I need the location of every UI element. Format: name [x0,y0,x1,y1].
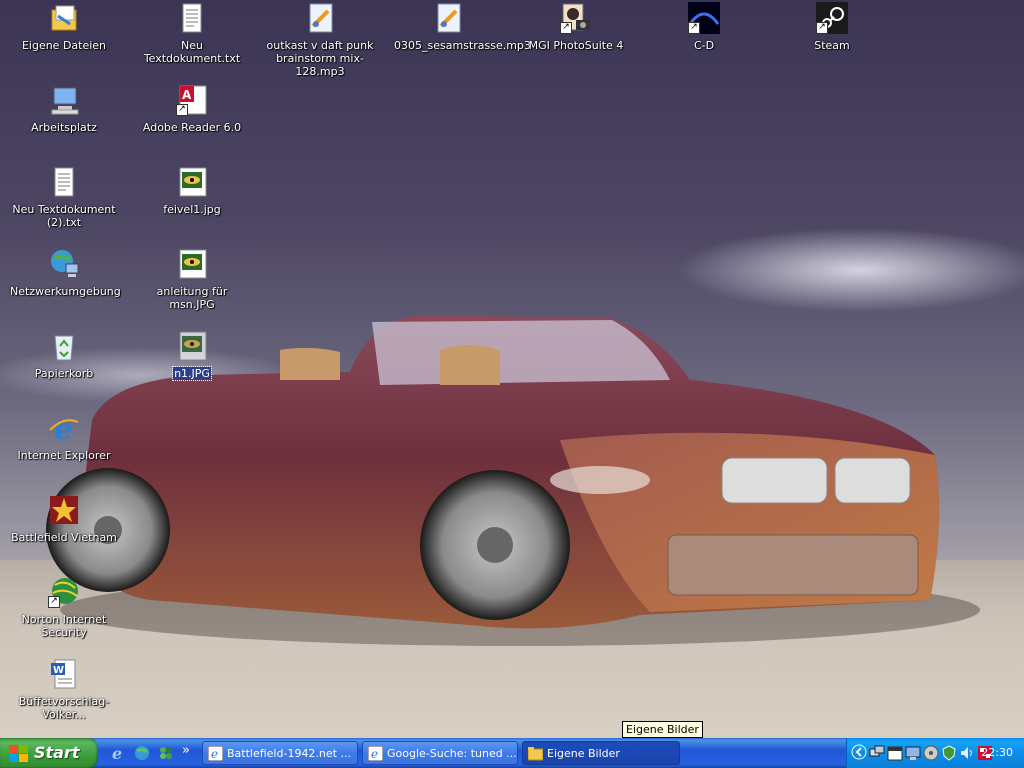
svg-text:A: A [182,88,192,102]
monitor-tray-icon[interactable] [905,745,921,761]
task-google-suche[interactable]: e Google-Suche: tuned ... [362,741,518,765]
my-computer-icon [48,84,80,116]
task-battlefield-1942[interactable]: e Battlefield-1942.net ... [202,741,358,765]
adobe-reader-icon: A ↗ [176,84,208,116]
battlefield-vietnam-icon [48,494,80,526]
ie-window-icon: e [207,745,224,762]
desktop-icon-arbeitsplatz[interactable]: Arbeitsplatz [9,84,119,134]
task-label: Battlefield-1942.net ... [227,747,351,760]
internet-explorer-icon[interactable]: e [110,744,126,763]
start-label: Start [34,743,80,762]
desktop-icon-outkast-mp3[interactable]: outkast v daft punk brainstorm mix-128.m… [265,2,375,78]
ie-window-icon: e [367,745,384,762]
desktop-icon-c-d[interactable]: ↗ C-D [649,2,759,52]
quick-launch-more-button[interactable]: » [182,743,198,759]
desktop-icon-sesamstrasse-mp3[interactable]: 0305_sesamstrasse.mp3 [393,2,531,52]
jpg-file-icon [176,330,208,362]
desktop-icon-papierkorb[interactable]: Papierkorb [9,330,119,380]
windows-flag-icon [9,745,29,766]
volume-tray-icon[interactable] [959,745,975,761]
svg-text:e: e [112,745,122,761]
c-d-shortcut-icon: ↗ [688,2,720,34]
steam-icon: ↗ [816,2,848,34]
word-document-icon: W [48,658,80,690]
calendar-tray-icon[interactable] [887,745,903,761]
svg-text:e: e [371,747,378,761]
desktop-icon-feivel1[interactable]: feivel1.jpg [137,166,247,216]
desktop-icon-anleitung-msn[interactable]: anleitung für msn.JPG [137,248,247,311]
mp3-file-icon [432,2,464,34]
taskbar: Start e » e Battlefield-1942.net ... e G… [0,738,1024,768]
task-label: Google-Suche: tuned ... [387,747,517,760]
desktop-icon-internet-explorer[interactable]: e Internet Explorer [9,412,119,462]
quick-launch-bar: e » [106,738,198,768]
desktop-icon-neu-textdokument[interactable]: Neu Textdokument.txt [137,2,247,65]
desktop-icon-steam[interactable]: ↗ Steam [777,2,887,52]
globe-icon[interactable] [134,745,150,761]
text-file-icon [48,166,80,198]
norton-icon: ↗ [48,576,80,608]
clock[interactable]: 22:30 [981,746,1013,759]
text-file-icon [176,2,208,34]
svg-text:e: e [54,412,73,444]
chevron-left-icon[interactable] [851,744,867,760]
shield-tray-icon[interactable] [941,745,957,761]
desktop[interactable]: Eigene Dateien Arbeitsplatz Neu Textdoku… [0,0,1024,738]
desktop-icon-adobe-reader[interactable]: A ↗ Adobe Reader 6.0 [137,84,247,134]
desktop-icon-neu-textdokument-2[interactable]: Neu Textdokument (2).txt [9,166,119,229]
start-button[interactable]: Start [0,738,98,768]
desktop-icon-battlefield-vietnam[interactable]: Battlefield Vietnam [9,494,119,544]
folder-icon [527,746,544,761]
task-label: Eigene Bilder [547,747,620,760]
desktop-icon-n1-jpg[interactable]: n1.JPG [137,330,247,381]
disc-tray-icon[interactable] [923,745,939,761]
messenger-icon[interactable] [158,745,174,761]
jpg-file-icon [176,248,208,280]
desktop-icon-netzwerkumgebung[interactable]: Netzwerkumgebung [9,248,121,298]
desktop-icon-norton-internet-security[interactable]: ↗ Norton Internet Security [9,576,119,639]
photosuite-icon: ↗ [560,2,592,34]
svg-text:W: W [53,665,64,676]
desktop-icon-buffetvorschlag[interactable]: W Büffetvorschlag-Volker... [9,658,119,721]
network-places-icon [48,248,80,280]
internet-explorer-icon: e [48,412,80,447]
my-documents-icon [48,2,80,34]
taskbar-tooltip: Eigene Bilder [622,721,703,738]
recycle-bin-icon [48,330,80,362]
desktop-icon-eigene-dateien[interactable]: Eigene Dateien [9,2,119,52]
svg-text:e: e [211,747,218,761]
network-tray-icon[interactable] [869,745,885,761]
mp3-file-icon [304,2,336,34]
system-tray: 22:30 [846,738,1024,768]
desktop-icon-mgi-photosuite[interactable]: ↗ MGI PhotoSuite 4 [521,2,631,52]
jpg-file-icon [176,166,208,198]
task-eigene-bilder[interactable]: Eigene Bilder [522,741,680,765]
